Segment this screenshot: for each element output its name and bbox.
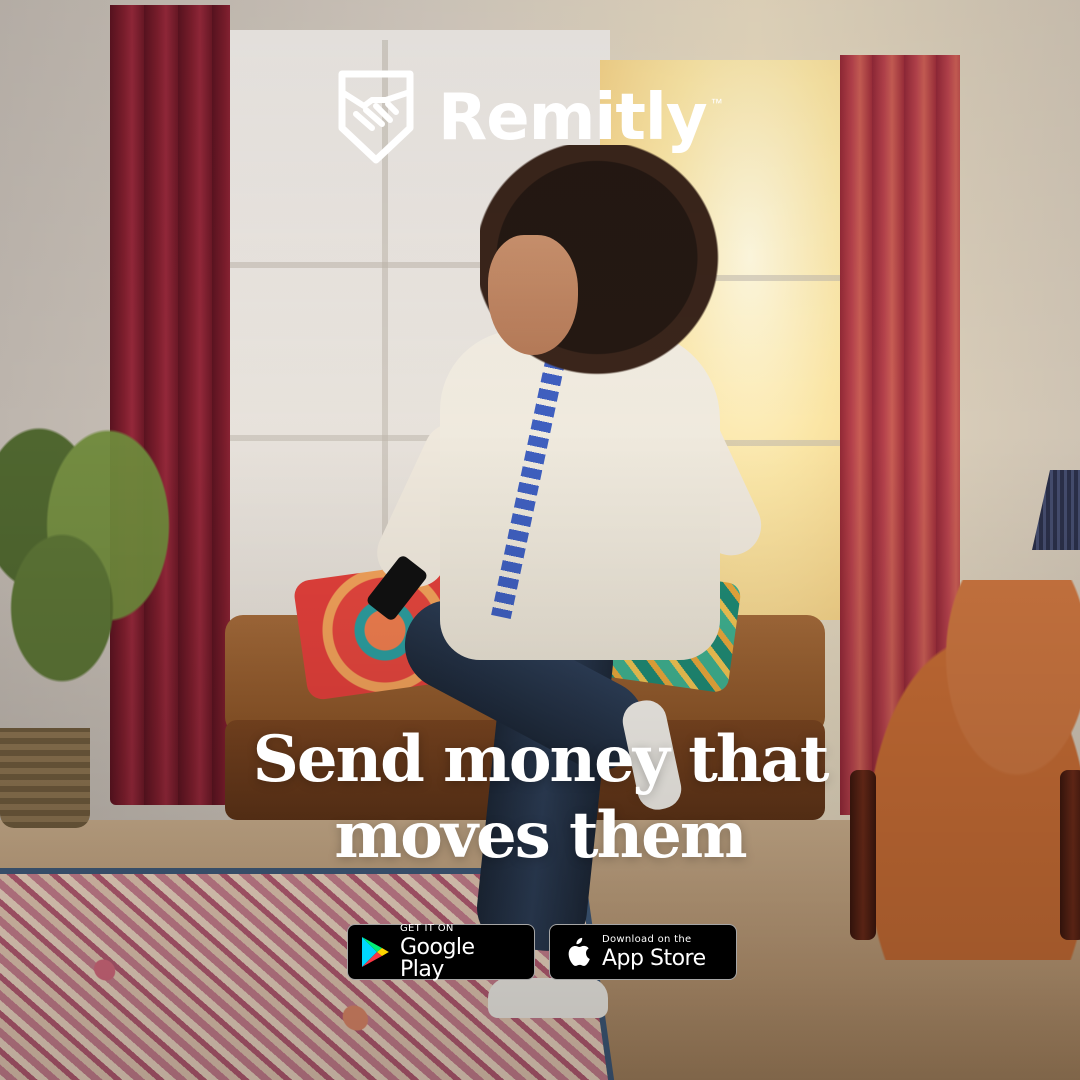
google-play-button[interactable]: GET IT ON Google Play — [347, 922, 535, 982]
google-play-big-text: Google Play — [400, 934, 475, 982]
app-store-button[interactable]: Download on the App Store — [549, 924, 737, 980]
apple-icon — [568, 937, 590, 966]
app-store-small-text: Download on the — [602, 933, 692, 945]
handshake-shield-icon — [338, 70, 414, 164]
app-store-label: Download on the App Store — [602, 933, 706, 971]
brand-name: Remitly — [438, 80, 708, 155]
store-badges: GET IT ON Google Play Download on the Ap… — [347, 922, 737, 982]
headline: Send money that moves them — [0, 722, 1080, 874]
app-store-big-text: App Store — [602, 945, 706, 971]
ad-creative: Remitly ™ Send money that moves them GET… — [0, 0, 1080, 1080]
remitly-logo: Remitly ™ — [336, 70, 723, 165]
google-play-label: GET IT ON Google Play — [400, 922, 520, 982]
trademark-symbol: ™ — [710, 96, 723, 110]
google-play-small-text: GET IT ON — [400, 922, 454, 934]
google-play-icon — [362, 937, 389, 967]
headline-line-1: Send money that — [252, 722, 830, 797]
headline-line-2: moves them — [334, 798, 747, 873]
